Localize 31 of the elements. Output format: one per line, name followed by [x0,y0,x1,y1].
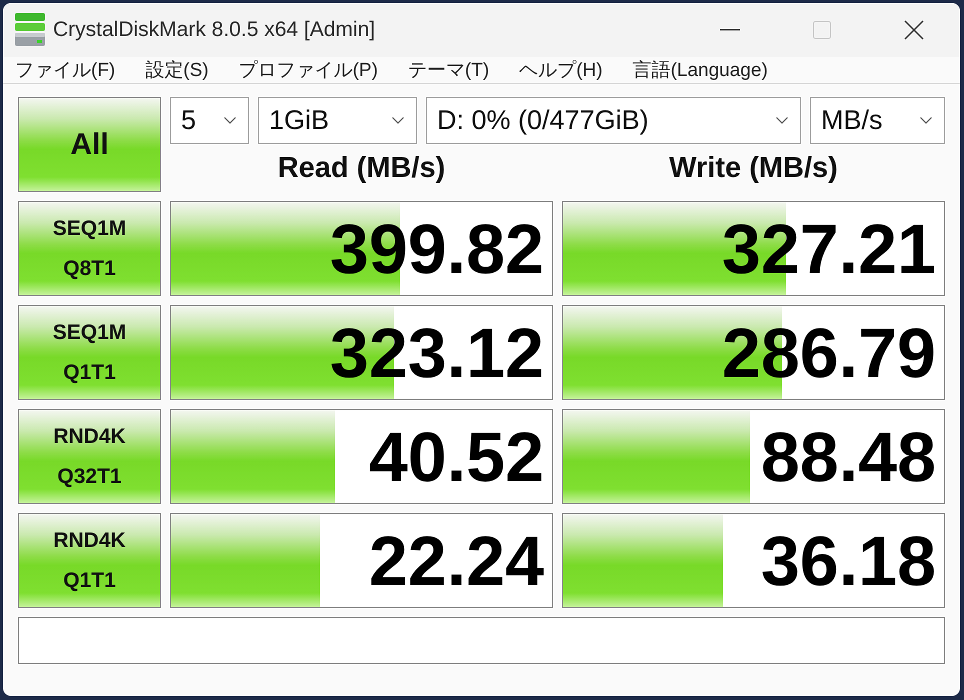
column-heading: Read (MB/s) [278,152,446,184]
test-button[interactable]: SEQ1M Q8T1 [18,201,161,296]
menu-item[interactable]: 設定(S) [145,57,209,83]
window-title: CrystalDiskMark 8.0.5 x64 [Admin] [53,18,376,42]
disk-drive-icon [14,13,46,47]
result-value: 88.48 [760,422,936,492]
menu-item[interactable]: プロファイル(P) [238,57,378,83]
test-button[interactable]: RND4K Q1T1 [18,513,161,608]
dropdown[interactable]: 5 [170,97,249,144]
dropdown[interactable]: D: 0% (0/477GiB) [426,97,801,144]
result-value: 22.24 [368,526,544,596]
chevron-down-icon [392,117,404,124]
result-value: 36.18 [760,526,936,596]
maximize-icon [813,21,831,39]
menu-item[interactable]: ヘルプ(H) [519,57,603,83]
chevron-down-icon [224,117,236,124]
chevron-down-icon [920,117,932,124]
test-button[interactable]: SEQ1M Q1T1 [18,305,161,400]
minimize-icon [720,29,740,31]
dropdown[interactable]: 1GiB [258,97,417,144]
close-icon [904,20,924,40]
menu-item[interactable]: 言語(Language) [632,57,768,83]
column-heading: Write (MB/s) [669,152,838,184]
result-value: 40.52 [368,422,544,492]
chevron-down-icon [776,117,788,124]
all-button[interactable]: All [18,97,161,192]
menu-item[interactable]: ファイル(F) [15,57,116,83]
dropdown[interactable]: MB/s [810,97,945,144]
comment-field[interactable] [18,617,945,664]
menu-item[interactable]: テーマ(T) [408,57,490,83]
test-button[interactable]: RND4K Q32T1 [18,409,161,504]
